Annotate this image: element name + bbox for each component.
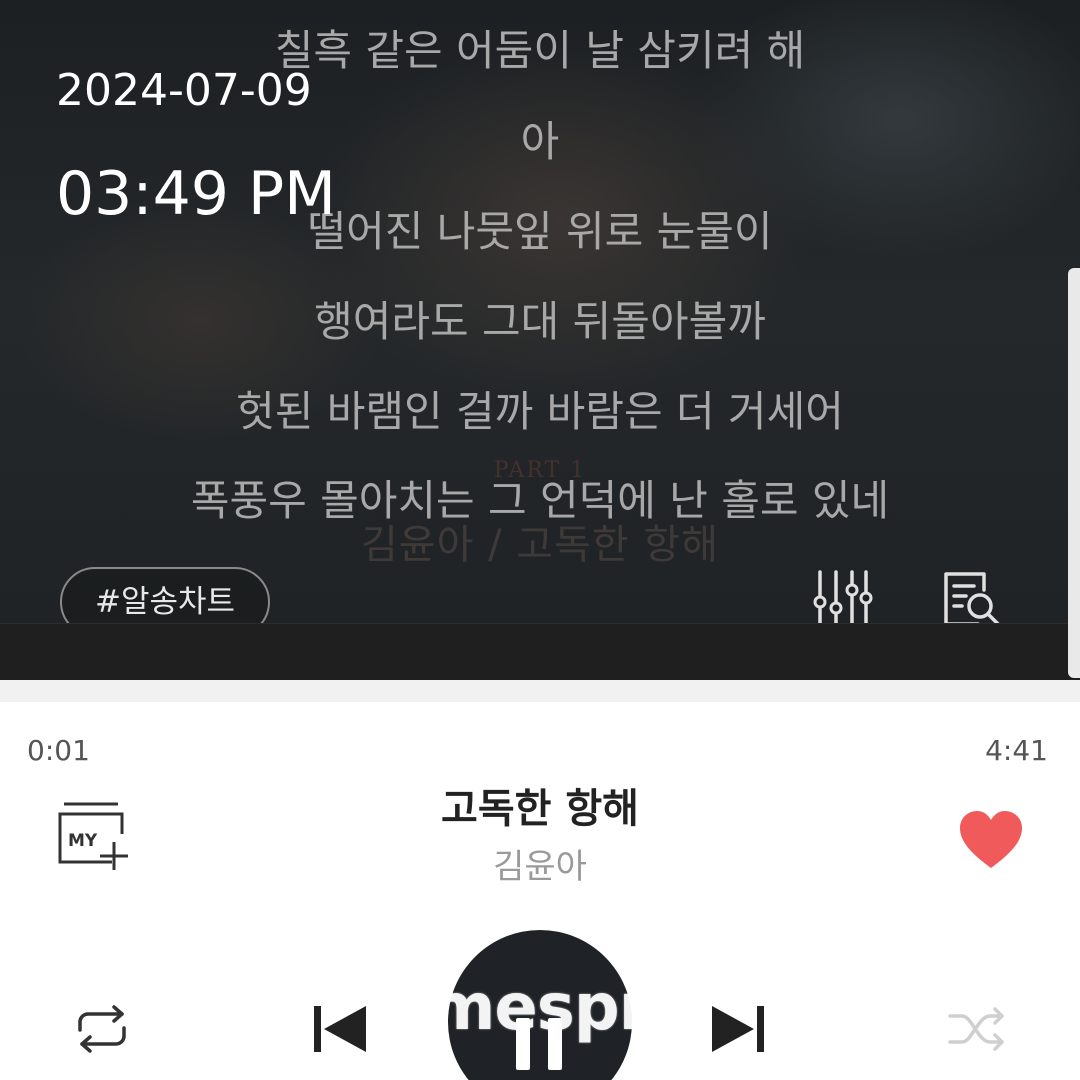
song-title: 고독한 항해	[441, 786, 639, 832]
lyric-line: 행여라도 그대 뒤돌아볼까	[314, 297, 766, 346]
equalizer-icon[interactable]	[810, 568, 874, 632]
lyric-line: 폭풍우 몰아치는 그 언덕에 난 홀로 있네	[190, 476, 890, 525]
chart-tag-chip[interactable]: #알송차트	[60, 567, 270, 637]
watermark-text: imespro	[407, 971, 693, 1045]
favorite-button[interactable]	[958, 810, 1024, 870]
shuffle-icon	[948, 1007, 1004, 1051]
total-time: 4:41	[985, 734, 1048, 767]
my-label: MY	[68, 831, 98, 851]
song-artist[interactable]: 김윤아	[240, 845, 840, 889]
repeat-icon	[78, 1005, 126, 1053]
add-to-my-list-icon: MY	[58, 802, 128, 870]
lyrics-panel[interactable]: PART 1 김윤아 / 고독한 항해 칠흑 같은 어둠이 날 삼키려 해 아 …	[0, 0, 1080, 680]
overlay-date: 2024-07-09	[56, 65, 312, 116]
scrollbar[interactable]	[1068, 268, 1080, 678]
shuffle-button[interactable]	[946, 1004, 1008, 1054]
panel-divider	[0, 680, 1080, 702]
lyric-line: 헛된 바램인 걸까 바람은 더 거세어	[236, 387, 844, 436]
lyrics-search-icon[interactable]	[940, 568, 1004, 632]
repeat-button[interactable]	[72, 1004, 132, 1054]
elapsed-time: 0:01	[27, 734, 90, 767]
add-to-my-list-button[interactable]: MY	[56, 800, 132, 872]
heart-icon	[960, 811, 1022, 868]
overlay-time: 03:49 PM	[56, 159, 336, 229]
